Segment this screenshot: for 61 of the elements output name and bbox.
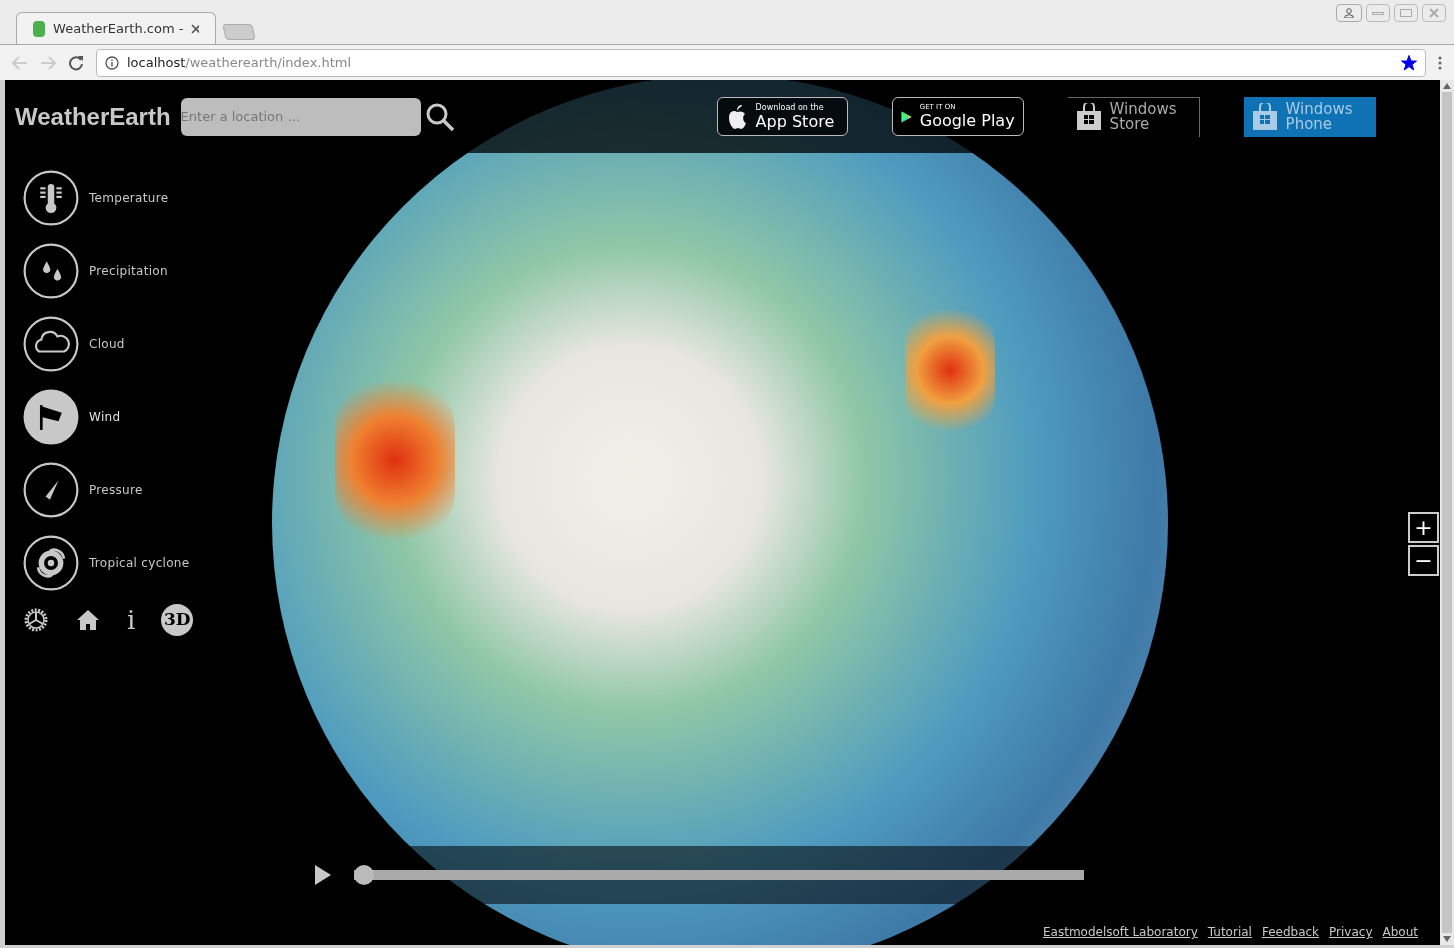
app-title: WeatherEarth — [15, 101, 171, 132]
settings-icon[interactable] — [23, 607, 49, 633]
layer-icon[interactable] — [23, 170, 79, 226]
badge-title: App Store — [755, 113, 835, 130]
info-button[interactable]: i — [127, 607, 136, 633]
layer-label[interactable]: Cloud — [89, 335, 125, 353]
location-search-field[interactable]: Enter a location … — [180, 97, 421, 136]
cloud-icon — [35, 330, 70, 353]
badge-title: Store — [1109, 117, 1151, 132]
tab-title: WeatherEarth.com - — [53, 19, 184, 38]
close-icon — [1429, 8, 1439, 18]
badge-title: Windows — [1109, 102, 1177, 117]
close-icon[interactable] — [191, 23, 199, 34]
layer-label[interactable]: Tropical cyclone — [89, 554, 190, 572]
reload-icon[interactable] — [68, 54, 84, 71]
cyclone-icon — [36, 548, 66, 578]
store-bag-icon — [1251, 102, 1278, 131]
layer-icon[interactable] — [23, 389, 79, 445]
footer-link[interactable]: About — [1382, 923, 1418, 941]
badge-title: Phone — [1285, 116, 1334, 132]
search-icon[interactable] — [424, 101, 455, 132]
zoom-out-button[interactable]: − — [1408, 545, 1439, 576]
badge-title: Google Play — [919, 113, 1015, 129]
scroll-up-icon — [1443, 83, 1451, 89]
layer-label[interactable]: Pressure — [89, 481, 143, 499]
address-bar[interactable]: localhost/weatherearth/index.html — [96, 48, 1426, 77]
url-text: localhost/weatherearth/index.html — [127, 53, 352, 72]
scroll-down-icon — [1443, 936, 1451, 942]
person-icon — [1344, 8, 1354, 18]
timeline-thumb[interactable] — [354, 865, 374, 885]
play-icon[interactable] — [314, 864, 332, 886]
layer-icon[interactable] — [23, 316, 79, 372]
info-icon — [105, 55, 119, 70]
thermometer-icon — [40, 184, 62, 214]
scrollbar[interactable] — [1440, 80, 1454, 945]
home-icon[interactable] — [75, 607, 101, 633]
layer-label[interactable]: Temperature — [89, 189, 169, 207]
browser-tab[interactable]: WeatherEarth.com - — [16, 12, 216, 44]
layer-label[interactable]: Precipitation — [89, 262, 168, 280]
layer-icon[interactable] — [23, 243, 79, 299]
bookmark-star-icon[interactable] — [1401, 54, 1417, 71]
windows-store-badge[interactable]: Windows Store — [1067, 96, 1200, 137]
app-store-badge[interactable]: Download on the App Store — [716, 97, 848, 136]
footer-link[interactable]: Feedback — [1261, 923, 1320, 941]
favicon-icon — [33, 20, 46, 37]
drops-icon — [43, 261, 62, 281]
footer-link[interactable]: Eastmodelsoft Laboratory — [1043, 923, 1198, 941]
footer-link[interactable]: Tutorial — [1207, 923, 1252, 941]
profile-button[interactable] — [1336, 4, 1362, 22]
layer-icon[interactable] — [23, 462, 79, 518]
windsock-icon — [39, 405, 62, 430]
gauge-needle-icon — [45, 480, 59, 500]
badge-caption: Download on the — [755, 103, 825, 112]
menu-icon[interactable] — [1438, 55, 1442, 70]
footer-link[interactable]: Privacy — [1329, 923, 1373, 941]
store-bag-icon — [1075, 103, 1102, 131]
3d-view-button[interactable]: 3D — [161, 604, 194, 636]
layer-label[interactable]: Wind — [89, 408, 121, 426]
badge-title: Windows — [1285, 101, 1353, 117]
layer-icon[interactable] — [23, 535, 79, 591]
zoom-in-button[interactable]: + — [1408, 512, 1439, 543]
